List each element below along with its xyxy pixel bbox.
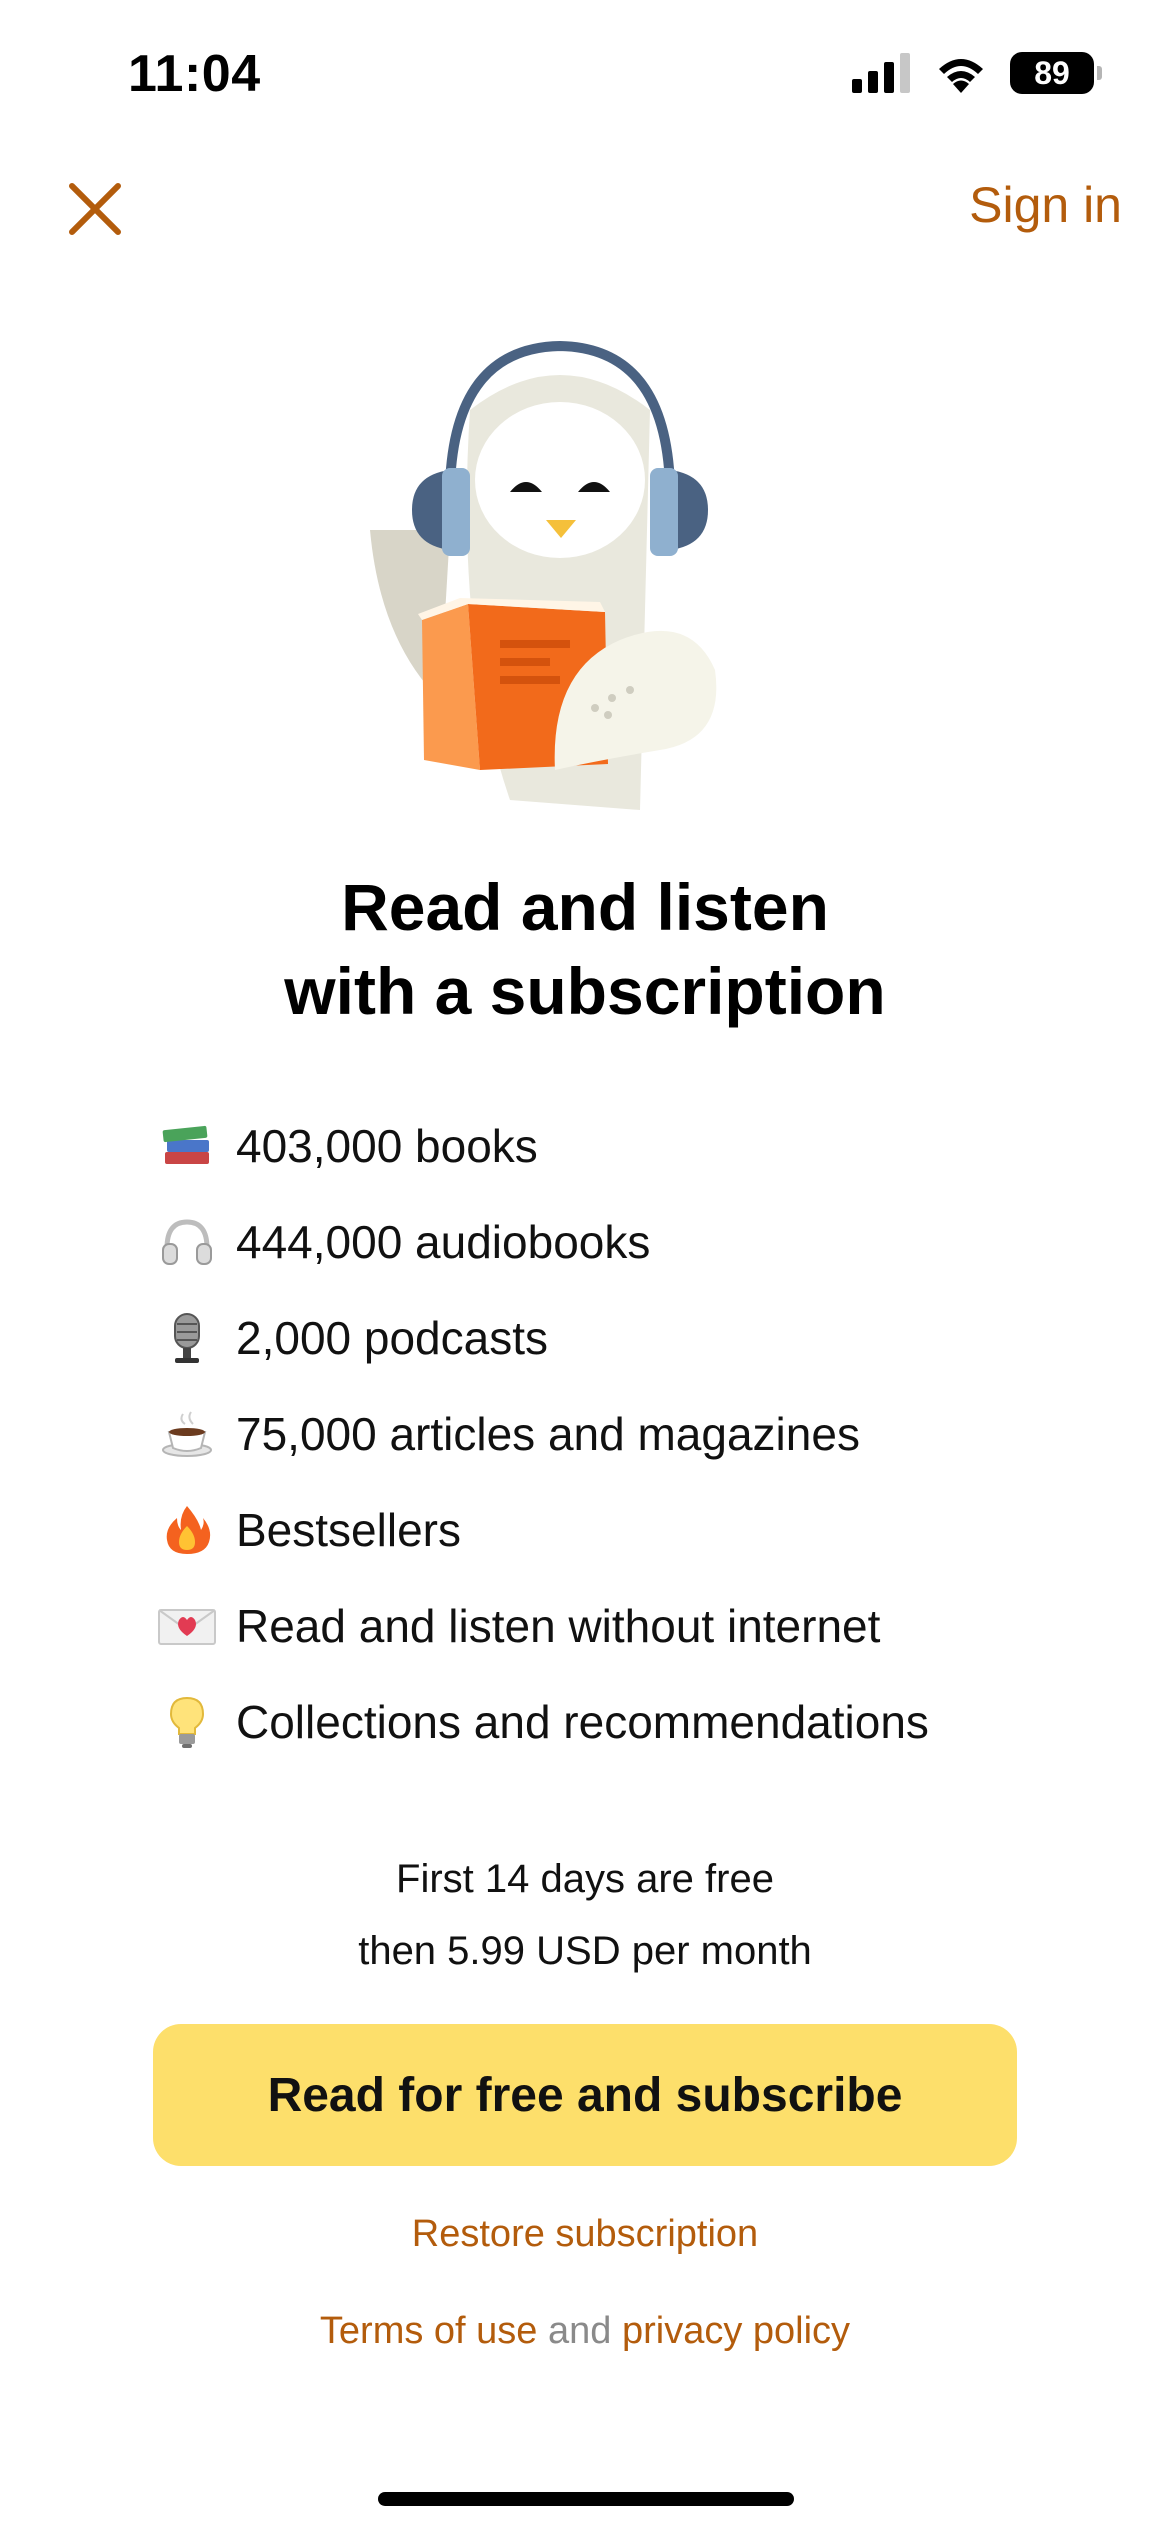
status-icons: 89 bbox=[852, 52, 1102, 94]
restore-subscription-link[interactable]: Restore subscription bbox=[412, 2213, 758, 2255]
battery-icon: 89 bbox=[1010, 52, 1102, 94]
pricing-trial: First 14 days are free bbox=[396, 1857, 774, 1901]
privacy-policy-link[interactable]: privacy policy bbox=[622, 2310, 850, 2352]
coffee-icon bbox=[152, 1399, 222, 1469]
feature-label: Bestsellers bbox=[236, 1504, 461, 1556]
feature-label: 403,000 books bbox=[236, 1120, 538, 1172]
pricing-monthly: then 5.99 USD per month bbox=[358, 1929, 812, 1973]
sign-in-link[interactable]: Sign in bbox=[969, 176, 1122, 234]
legal-conjunction: and bbox=[548, 2310, 612, 2352]
close-icon bbox=[69, 183, 121, 235]
feature-item-podcasts: 2,000 podcasts bbox=[152, 1290, 929, 1386]
page-title: Read and listen with a subscription bbox=[0, 865, 1170, 1033]
feature-label: Collections and recommendations bbox=[236, 1696, 929, 1748]
love-letter-icon bbox=[152, 1591, 222, 1661]
feature-label: 75,000 articles and magazines bbox=[236, 1408, 860, 1460]
feature-item-offline: Read and listen without internet bbox=[152, 1578, 929, 1674]
subscribe-button[interactable]: Read for free and subscribe bbox=[153, 2024, 1017, 2166]
light-bulb-icon bbox=[152, 1687, 222, 1757]
title-line-1: Read and listen bbox=[341, 870, 829, 944]
home-indicator[interactable] bbox=[378, 2492, 794, 2506]
close-button[interactable] bbox=[62, 176, 128, 242]
feature-item-collections: Collections and recommendations bbox=[152, 1674, 929, 1770]
cellular-signal-icon bbox=[852, 53, 910, 93]
feature-list: 403,000 books 444,000 audiobooks 2,000 p… bbox=[152, 1098, 929, 1770]
battery-level: 89 bbox=[1034, 54, 1070, 91]
owl-reading-illustration bbox=[370, 340, 717, 810]
feature-label: 444,000 audiobooks bbox=[236, 1216, 651, 1268]
headphones-icon bbox=[152, 1207, 222, 1277]
status-time: 11:04 bbox=[128, 45, 261, 103]
wifi-icon bbox=[939, 59, 983, 93]
subscribe-button-label: Read for free and subscribe bbox=[267, 2068, 903, 2122]
terms-of-use-link[interactable]: Terms of use bbox=[320, 2310, 538, 2352]
feature-label: 2,000 podcasts bbox=[236, 1312, 549, 1364]
microphone-icon bbox=[152, 1303, 222, 1373]
status-bar: 11:04 89 bbox=[0, 0, 1170, 150]
fire-icon bbox=[152, 1495, 222, 1565]
restore-row: Restore subscription bbox=[0, 2213, 1170, 2256]
feature-item-books: 403,000 books bbox=[152, 1098, 929, 1194]
books-icon bbox=[152, 1111, 222, 1181]
feature-item-articles: 75,000 articles and magazines bbox=[152, 1386, 929, 1482]
feature-label: Read and listen without internet bbox=[236, 1600, 881, 1652]
legal-links: Terms of use and privacy policy bbox=[0, 2310, 1170, 2353]
feature-item-audiobooks: 444,000 audiobooks bbox=[152, 1194, 929, 1290]
pricing-info: First 14 days are free then 5.99 USD per… bbox=[0, 1843, 1170, 1987]
feature-item-bestsellers: Bestsellers bbox=[152, 1482, 929, 1578]
title-line-2: with a subscription bbox=[284, 954, 886, 1028]
